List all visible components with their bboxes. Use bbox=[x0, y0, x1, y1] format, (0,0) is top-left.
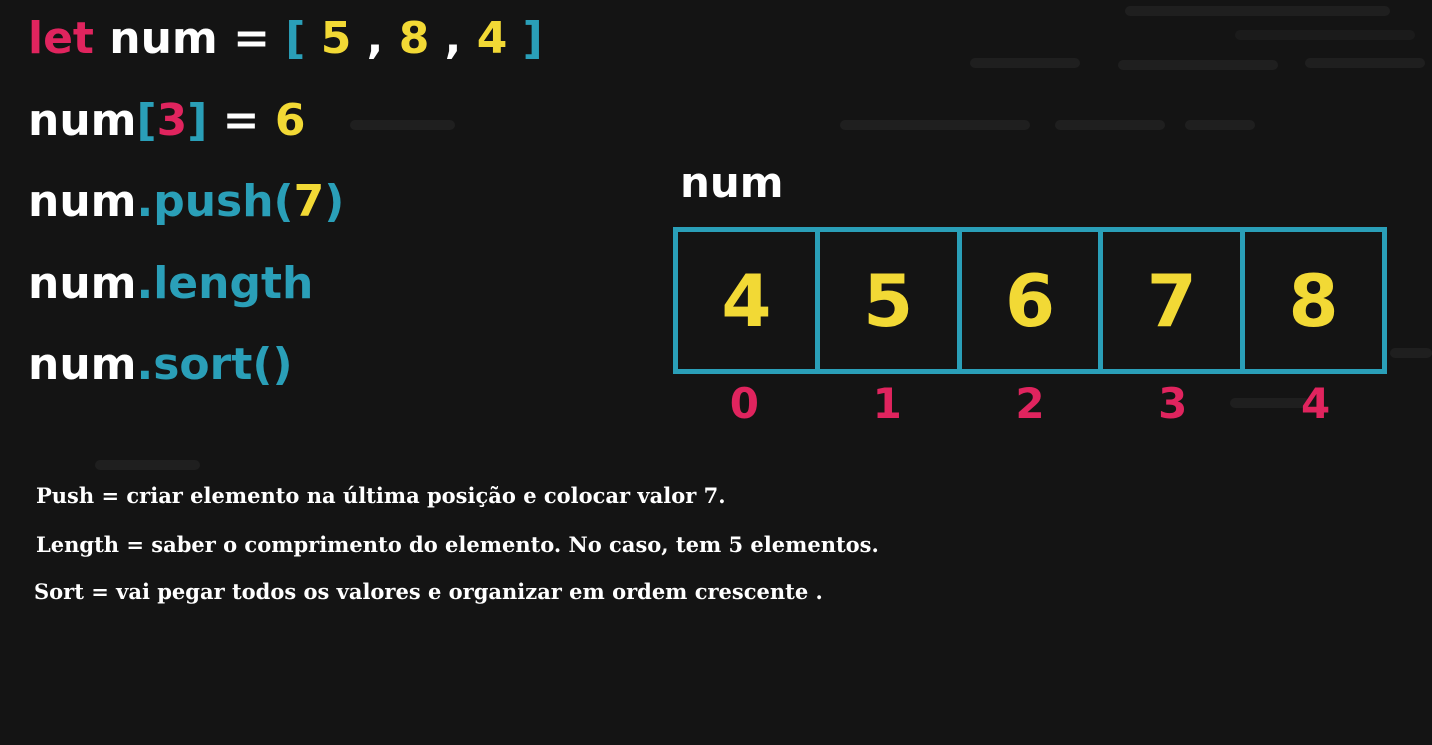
close-paren: ) bbox=[324, 176, 345, 227]
code-line-push: num.push(7) bbox=[28, 176, 344, 228]
array-index-row: 0 1 2 3 4 bbox=[673, 376, 1387, 432]
code-line-sort: num.sort() bbox=[28, 339, 293, 391]
array-label: num bbox=[680, 158, 784, 207]
open-bracket: [ bbox=[136, 95, 157, 146]
assigned-value: 6 bbox=[274, 95, 306, 146]
open-bracket: [ bbox=[285, 13, 306, 64]
keyword-let: let bbox=[28, 13, 94, 64]
comma: , bbox=[429, 13, 477, 64]
code-line-length: num.length bbox=[28, 258, 313, 310]
close-bracket: ] bbox=[507, 13, 543, 64]
variable-name: num bbox=[28, 95, 137, 146]
array-cell: 8 bbox=[1288, 258, 1339, 343]
variable-declaration: num = bbox=[93, 13, 286, 64]
array-cell: 6 bbox=[962, 232, 1104, 369]
array-index: 0 bbox=[729, 379, 760, 428]
property-length: .length bbox=[136, 258, 314, 309]
push-argument: 7 bbox=[293, 176, 325, 227]
comma: , bbox=[351, 13, 399, 64]
array-literal-value: 4 bbox=[476, 13, 508, 64]
array-diagram: 4 5 6 7 8 bbox=[673, 227, 1387, 374]
variable-name: num bbox=[28, 339, 137, 390]
equals-sign: = bbox=[207, 95, 275, 146]
method-push: .push( bbox=[136, 176, 294, 227]
array-literal-value: 5 bbox=[305, 13, 352, 64]
variable-name: num bbox=[28, 258, 137, 309]
array-literal-value: 8 bbox=[398, 13, 430, 64]
array-index: 3 bbox=[1158, 379, 1188, 428]
array-cell: 4 bbox=[678, 232, 820, 369]
array-index: 1 bbox=[872, 379, 902, 428]
close-bracket: ] bbox=[187, 95, 208, 146]
code-line-declaration: let num = [ 5 , 8 , 4 ] bbox=[28, 13, 543, 65]
method-sort: .sort() bbox=[136, 339, 293, 390]
array-cell: 7 bbox=[1103, 232, 1246, 369]
index-number: 3 bbox=[156, 95, 188, 146]
code-line-index-assignment: num[3] = 6 bbox=[28, 95, 305, 147]
array-index: 2 bbox=[1015, 379, 1045, 428]
array-index: 4 bbox=[1300, 379, 1331, 428]
note-push: Push = criar elemento na última posição … bbox=[36, 483, 726, 508]
array-cell: 5 bbox=[820, 232, 962, 369]
note-sort: Sort = vai pegar todos os valores e orga… bbox=[34, 579, 823, 604]
variable-name: num bbox=[28, 176, 137, 227]
note-length: Length = saber o comprimento do elemento… bbox=[36, 532, 879, 557]
